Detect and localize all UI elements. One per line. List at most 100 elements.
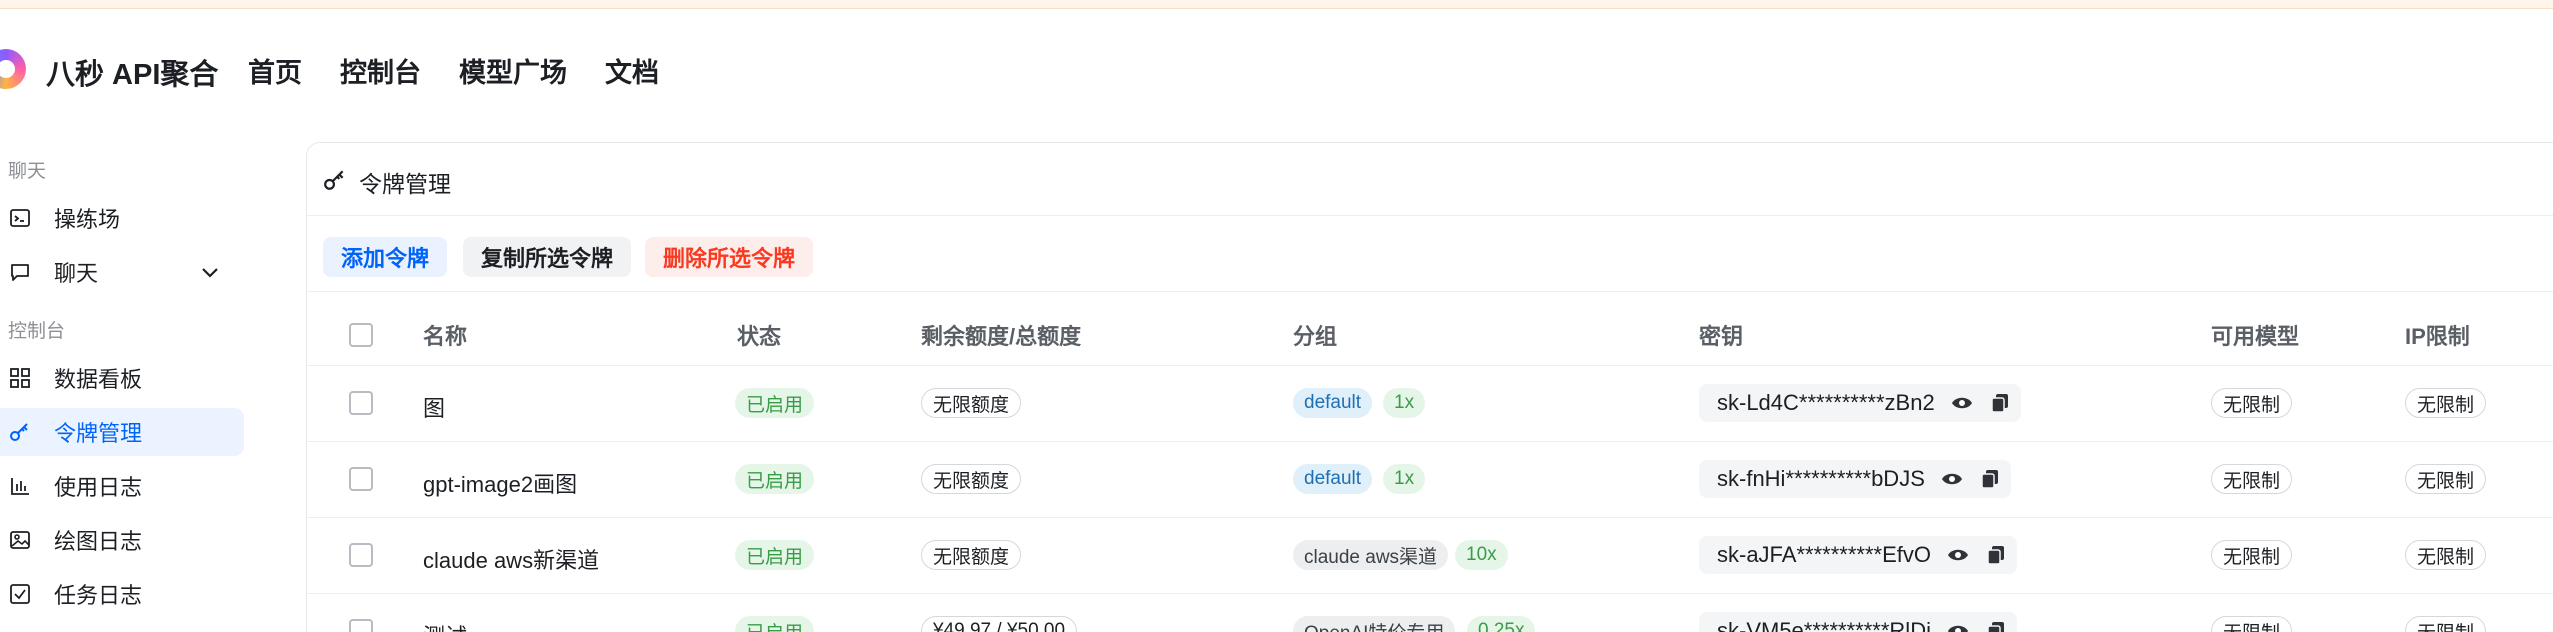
row-checkbox[interactable] bbox=[349, 543, 373, 567]
status-badge: 已启用 bbox=[735, 540, 815, 570]
nav-docs[interactable]: 文档 bbox=[605, 51, 659, 90]
column-header-name[interactable]: 名称 bbox=[423, 319, 467, 351]
table-divider bbox=[307, 441, 2553, 442]
models-badge: 无限制 bbox=[2211, 464, 2293, 494]
token-name: claude aws新渠道 bbox=[423, 548, 600, 573]
models-badge: 无限制 bbox=[2211, 540, 2293, 570]
add-token-button[interactable]: 添加令牌 bbox=[323, 237, 448, 277]
token-name: gpt-image2画图 bbox=[423, 472, 578, 497]
eye-icon[interactable] bbox=[1951, 392, 1973, 414]
delete-selected-tokens-button[interactable]: 删除所选令牌 bbox=[645, 237, 814, 277]
status-badge: 已启用 bbox=[735, 616, 815, 632]
sidebar-item-token-management[interactable]: 令牌管理 bbox=[0, 408, 244, 456]
divider bbox=[307, 215, 2553, 216]
sidebar-item-label: 聊天 bbox=[54, 261, 99, 286]
quota-badge: 无限额度 bbox=[921, 540, 1022, 570]
api-key-value: sk-fnHi**********bDJS bbox=[1717, 466, 1925, 491]
api-key-field: sk-fnHi**********bDJS bbox=[1699, 460, 2011, 498]
bar-chart-icon bbox=[8, 474, 32, 498]
sidebar-item-drawing-log[interactable]: 绘图日志 bbox=[0, 516, 244, 564]
copy-icon[interactable] bbox=[1985, 544, 2007, 566]
eye-icon[interactable] bbox=[1947, 620, 1969, 632]
models-badge: 无限制 bbox=[2211, 616, 2293, 632]
column-header-status[interactable]: 状态 bbox=[737, 319, 781, 351]
top-header: 八秒 API聚合 首页 控制台 模型广场 文档 bbox=[0, 9, 2553, 113]
dashboard-grid-icon bbox=[8, 366, 32, 390]
api-key-value: sk-aJFA**********EfvO bbox=[1717, 542, 1931, 567]
api-key-field: sk-Ld4C**********zBn2 bbox=[1699, 384, 2021, 422]
row-checkbox[interactable] bbox=[349, 467, 373, 491]
divider bbox=[307, 291, 2553, 292]
panel-header: 令牌管理 bbox=[323, 165, 451, 199]
api-key-value: sk-Ld4C**********zBn2 bbox=[1717, 390, 1935, 415]
api-key-field: sk-aJFA**********EfvO bbox=[1699, 536, 2017, 574]
sidebar-item-usage-log[interactable]: 使用日志 bbox=[0, 462, 244, 510]
ratio-badge: 1x bbox=[1383, 464, 1426, 494]
chat-bubble-icon bbox=[8, 260, 32, 284]
table-divider bbox=[307, 593, 2553, 594]
column-header-group[interactable]: 分组 bbox=[1293, 319, 1337, 351]
panel-title: 令牌管理 bbox=[359, 171, 451, 197]
sidebar-item-label: 使用日志 bbox=[54, 475, 143, 500]
group-badge: claude aws渠道 bbox=[1293, 540, 1449, 570]
top-nav: 首页 控制台 模型广场 文档 bbox=[248, 51, 659, 90]
sidebar-section-console: 控制台 bbox=[8, 321, 66, 342]
image-icon bbox=[8, 528, 32, 552]
ratio-badge: 0.25x bbox=[1467, 616, 1536, 632]
column-header-key[interactable]: 密钥 bbox=[1699, 319, 1743, 351]
select-all-checkbox[interactable] bbox=[349, 323, 373, 347]
ip-limit-badge: 无限制 bbox=[2405, 540, 2487, 570]
column-header-models[interactable]: 可用模型 bbox=[2211, 319, 2299, 351]
ip-limit-badge: 无限制 bbox=[2405, 616, 2487, 632]
ip-limit-badge: 无限制 bbox=[2405, 464, 2487, 494]
sidebar-item-label: 数据看板 bbox=[54, 367, 143, 392]
checkbox-icon bbox=[8, 582, 32, 606]
brand-logo[interactable] bbox=[0, 49, 26, 89]
status-badge: 已启用 bbox=[735, 388, 815, 418]
copy-icon[interactable] bbox=[1985, 620, 2007, 632]
eye-icon[interactable] bbox=[1947, 544, 1969, 566]
group-badge: default bbox=[1293, 388, 1373, 418]
group-badge: default bbox=[1293, 464, 1373, 494]
sidebar: 聊天 操练场 聊天 控制台 数据看板 令牌管理 使用日志 绘图日志 任务日志 bbox=[0, 140, 260, 632]
sidebar-item-chat[interactable]: 聊天 bbox=[0, 248, 244, 296]
table-divider bbox=[307, 517, 2553, 518]
nav-model-square[interactable]: 模型广场 bbox=[459, 51, 567, 90]
brand-name[interactable]: 八秒 API聚合 bbox=[46, 51, 218, 93]
key-icon bbox=[323, 168, 347, 197]
chevron-down-icon[interactable] bbox=[198, 260, 222, 289]
column-header-quota[interactable]: 剩余额度/总额度 bbox=[921, 319, 1081, 351]
quota-badge: 无限额度 bbox=[921, 464, 1022, 494]
api-key-value: sk-VM5e**********RlDi bbox=[1717, 618, 1931, 632]
table-divider bbox=[307, 365, 2553, 366]
ratio-badge: 10x bbox=[1455, 540, 1508, 570]
column-header-ip-limit[interactable]: IP限制 bbox=[2405, 319, 2470, 351]
eye-icon[interactable] bbox=[1941, 468, 1963, 490]
token-management-panel: 令牌管理 添加令牌 复制所选令牌 删除所选令牌 名称 状态 剩余额度/总额度 分… bbox=[306, 142, 2553, 632]
group-badge: OpenAI特价专用 bbox=[1293, 616, 1456, 632]
models-badge: 无限制 bbox=[2211, 388, 2293, 418]
nav-home[interactable]: 首页 bbox=[248, 51, 302, 90]
sidebar-item-dashboard[interactable]: 数据看板 bbox=[0, 354, 244, 402]
token-name: 测试 bbox=[423, 619, 467, 632]
ratio-badge: 1x bbox=[1383, 388, 1426, 418]
status-badge: 已启用 bbox=[735, 464, 815, 494]
sidebar-item-label: 操练场 bbox=[54, 207, 121, 232]
quota-badge: 无限额度 bbox=[921, 388, 1022, 418]
row-checkbox[interactable] bbox=[349, 391, 373, 415]
ip-limit-badge: 无限制 bbox=[2405, 388, 2487, 418]
terminal-icon bbox=[8, 206, 32, 230]
sidebar-item-label: 令牌管理 bbox=[54, 421, 143, 446]
copy-icon[interactable] bbox=[1989, 392, 2011, 414]
nav-console[interactable]: 控制台 bbox=[340, 51, 421, 90]
sidebar-item-label: 任务日志 bbox=[54, 583, 143, 608]
sidebar-item-task-log[interactable]: 任务日志 bbox=[0, 570, 244, 618]
quota-badge: ¥49.97 / ¥50.00 bbox=[921, 616, 1078, 632]
sidebar-section-chat: 聊天 bbox=[8, 161, 47, 182]
sidebar-item-label: 绘图日志 bbox=[54, 529, 143, 554]
row-checkbox[interactable] bbox=[349, 619, 373, 632]
copy-selected-tokens-button[interactable]: 复制所选令牌 bbox=[463, 237, 632, 277]
sidebar-item-playground[interactable]: 操练场 bbox=[0, 194, 244, 242]
copy-icon[interactable] bbox=[1979, 468, 2001, 490]
token-name: 图 bbox=[423, 396, 446, 421]
